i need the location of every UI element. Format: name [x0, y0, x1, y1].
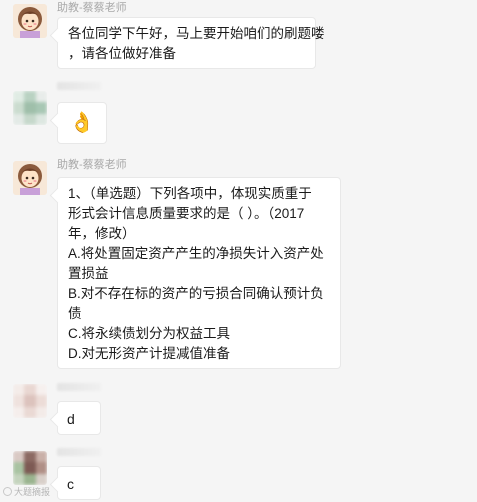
message-text: B.对不存在标的资产的亏损合同确认预计负: [68, 286, 324, 301]
watermark-icon: [3, 487, 12, 496]
message-bubble[interactable]: 1、（单选题）下列各项中，体现实质重于 形式会计信息质量要求的是（ ）。（201…: [57, 177, 341, 369]
message-text: 形式会计信息质量要求的是（ ）。（2017: [68, 206, 305, 221]
watermark: 大题摘报: [3, 485, 50, 498]
message-bubble[interactable]: 👌: [57, 102, 107, 144]
message-text: 置损益: [68, 266, 109, 281]
message-text: ，请各位做好准备: [68, 46, 176, 61]
ok-hand-emoji: 👌: [69, 112, 95, 134]
avatar[interactable]: [13, 4, 47, 38]
cartoon-girl-icon: [13, 161, 47, 195]
blurred-avatar: [13, 91, 47, 125]
message-text: D.对无形资产计提减值准备: [68, 346, 230, 361]
avatar[interactable]: [13, 384, 47, 418]
sender-name: [57, 448, 101, 456]
sender-name: [57, 82, 101, 90]
watermark-text: 大题摘报: [14, 487, 51, 497]
sender-name: [57, 383, 101, 391]
avatar[interactable]: [13, 161, 47, 195]
message-text: A.将处置固定资产产生的净损失计入资产处: [68, 246, 324, 261]
message-text: c: [67, 476, 74, 492]
blurred-avatar: [13, 451, 47, 485]
avatar[interactable]: [13, 451, 47, 485]
message-bubble[interactable]: 各位同学下午好，马上要开始咱们的刷题喽 ，请各位做好准备: [57, 17, 325, 69]
blurred-avatar: [13, 384, 47, 418]
sender-name: 助教-蔡蔡老师: [57, 159, 127, 171]
message-text: 债: [68, 306, 82, 321]
message-bubble[interactable]: d: [57, 401, 101, 435]
message-text: d: [67, 411, 75, 427]
sender-name: 助教-蔡蔡老师: [57, 2, 127, 14]
message-text: C.将永续债划分为权益工具: [68, 326, 230, 341]
message-text: 1、（单选题）下列各项中，体现实质重于: [68, 186, 312, 201]
message-text: 年，修改）: [68, 226, 136, 241]
message-bubble[interactable]: c: [57, 466, 101, 500]
cartoon-girl-icon: [13, 4, 47, 38]
message-text: 各位同学下午好，马上要开始咱们的刷题喽: [68, 26, 325, 41]
avatar[interactable]: [13, 91, 47, 125]
